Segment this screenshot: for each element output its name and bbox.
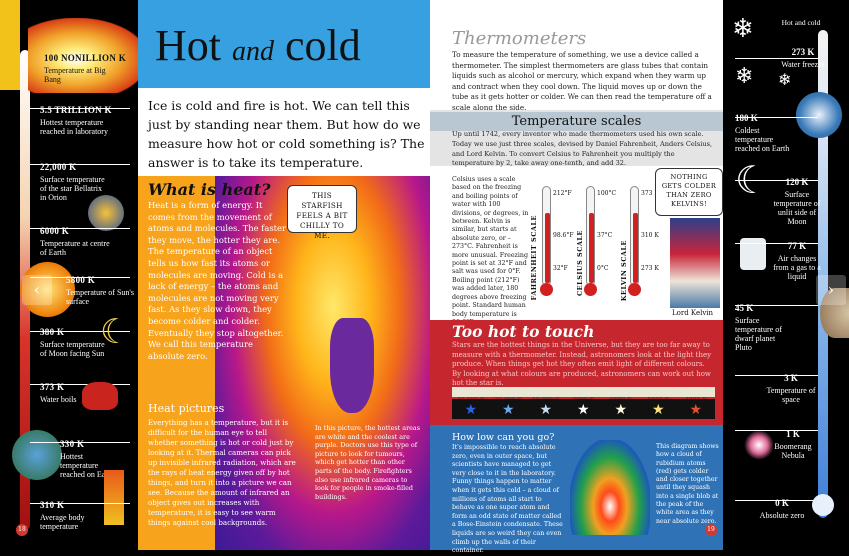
star-icon: ★ [501, 402, 515, 418]
star-icon: ★ [539, 402, 553, 418]
fahrenheit-top: 212°F [553, 190, 572, 197]
celsius-top: 100°C [597, 190, 617, 197]
star-temperature-bar: 40,000 K20,000 K10,000 K8000 K6500 K5500… [452, 387, 715, 404]
right-scale-entry: 0 K Absolute zero [759, 498, 805, 520]
scales-side-text: Celsius uses a scale based on the freezi… [452, 176, 529, 326]
star-icon: ★ [614, 402, 628, 418]
left-scale-entry: 6000 K Temperature at centre of Earth [40, 226, 110, 257]
snowflake-icon: ❄ [778, 70, 792, 89]
snowflake-icon: ❄ [732, 14, 754, 44]
moon-icon: ☾ [100, 312, 131, 352]
kettle-icon [82, 382, 118, 410]
diagram-caption: This diagram shows how a cloud of rubidi… [656, 443, 719, 525]
fahrenheit-thermometer [542, 186, 551, 286]
temperature-scales-text: Up until 1742, every inventor who made t… [452, 130, 713, 168]
thermometer-bulb [584, 283, 597, 296]
right-scale-entry: 1 K Boomerang Nebula [774, 429, 812, 460]
what-is-heat-heading: What is heat? [148, 180, 271, 199]
page-title: Hot and cold [155, 21, 361, 70]
thermometers-text: To measure the temperature of something,… [452, 50, 712, 112]
lord-kelvin-label: Lord Kelvin [672, 309, 714, 317]
how-low-heading: How low can you go? [452, 432, 555, 443]
thermometers-heading: Thermometers [452, 28, 587, 49]
celsius-label: CELSIUS SCALE [576, 230, 584, 296]
temperature-scales-heading: Temperature scales [430, 112, 723, 131]
kelvin-low: 273 K [641, 265, 659, 272]
right-scale-entry: 77 K Air changes from a gas to a liquid [773, 241, 821, 281]
thermal-body-figure [104, 470, 124, 525]
kelvin-thermometer [630, 186, 639, 286]
heat-pictures-heading: Heat pictures [148, 402, 225, 415]
too-hot-text: Stars are the hottest things in the Univ… [452, 341, 712, 388]
thermometer-bulb [540, 283, 553, 296]
intro-text: Ice is cold and fire is hot. We can tell… [148, 98, 425, 170]
page-number-left: 18 [16, 524, 28, 536]
star-icon: ★ [464, 402, 478, 418]
next-page-button[interactable]: › [816, 275, 846, 305]
bose-einstein-diagram [570, 440, 650, 535]
too-hot-heading: Too hot to touch [452, 322, 595, 341]
frozen-earth-image [796, 92, 842, 138]
right-scale-entry: 120 K Surface temperature of unlit side o… [773, 177, 821, 226]
earth-globe-image [12, 430, 62, 480]
star-icon: ★ [689, 402, 703, 418]
left-scale-entry: 5.5 TRILLION K Hottest temperature reache… [40, 105, 112, 136]
how-low-text: It's impossible to reach absolute zero, … [452, 444, 563, 555]
yellow-edge-bar [0, 0, 20, 90]
snowflake-icon: ❄ [735, 64, 754, 89]
what-is-heat-text: Heat is a form of energy. It comes from … [148, 200, 286, 361]
prev-page-button[interactable]: ‹ [22, 275, 52, 305]
thermometer-bulb [628, 283, 641, 296]
starfish-speech-bubble: THIS STARFISH FEELS A BIT CHILLY TO ME. [287, 185, 357, 240]
star-colors-row: ★ ★ ★ ★ ★ ★ ★ [452, 399, 715, 419]
right-scale-entry: 45 K Surface temperature of dwarf planet … [735, 303, 782, 352]
right-scale-entry: 273 K Water freezes [781, 47, 825, 69]
kelvin-label: KELVIN SCALE [620, 240, 628, 302]
celsius-thermometer [586, 186, 595, 286]
right-strip-header: Hot and cold [781, 18, 821, 27]
celsius-mid: 37°C [597, 232, 613, 239]
page-number-right: 19 [705, 524, 717, 536]
kelvin-speech-bubble: NOTHING GETS COLDER THAN ZERO KELVINS! [655, 168, 723, 216]
celsius-low: 0°C [597, 265, 609, 272]
fahrenheit-mid: 98.6°F [553, 232, 574, 239]
right-scale-entry: 3 K Temperature of space [766, 373, 816, 404]
fahrenheit-label: FAHRENHEIT SCALE [530, 215, 538, 301]
thermal-image-caption: In this picture, the hottest areas are w… [315, 424, 421, 501]
lord-kelvin-portrait [670, 218, 720, 308]
fahrenheit-low: 32°F [553, 265, 568, 272]
heat-pictures-text: Everything has a temperature, but it is … [148, 418, 296, 527]
star-icon: ★ [576, 402, 590, 418]
star-icon: ★ [651, 402, 665, 418]
right-scale-entry: 180 K Coldest temperature reached on Eart… [735, 113, 790, 153]
thermometer-bulb [812, 494, 834, 516]
left-scale-entry: 310 K Average body temperature [40, 500, 85, 531]
left-scale-entry: 5800 K Temperature of Sun's surface [66, 275, 134, 306]
kelvin-mid: 310 K [641, 232, 659, 239]
starfish-image [330, 318, 374, 413]
left-scale-entry: 100 NONILLION K Temperature at Big Bang [44, 53, 127, 84]
